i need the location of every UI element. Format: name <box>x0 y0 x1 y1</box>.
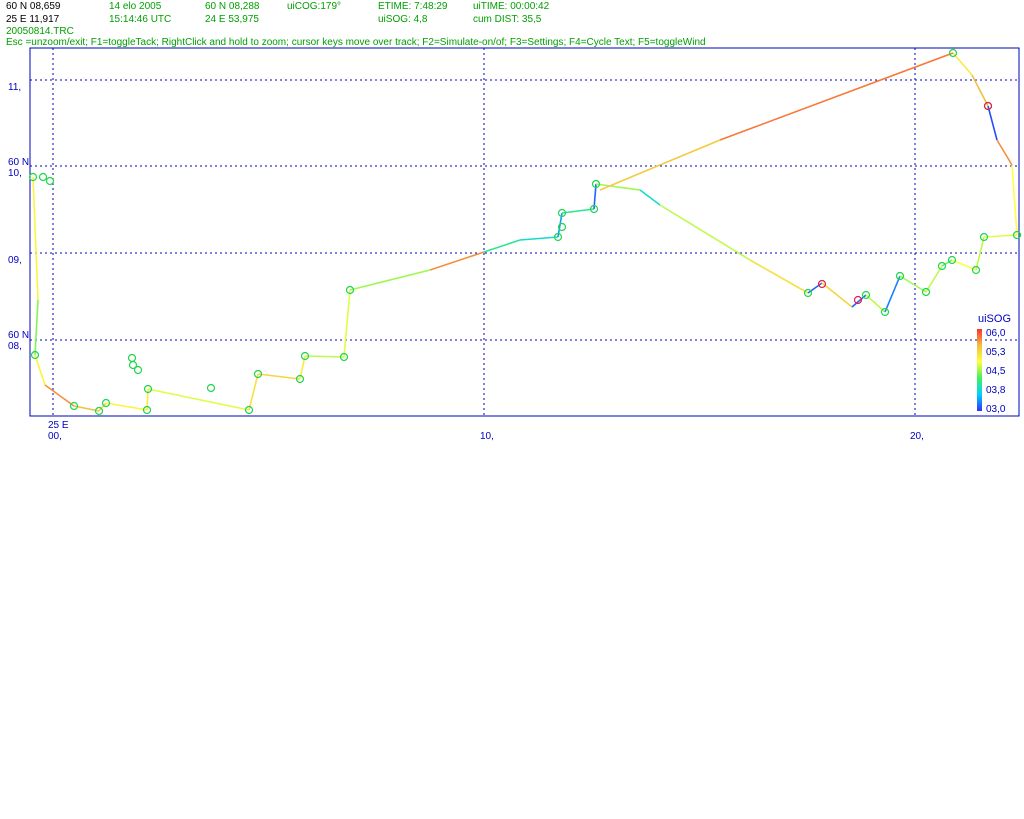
track-segment <box>749 259 809 294</box>
track-segment <box>1011 164 1018 236</box>
track-segment <box>952 52 973 76</box>
legend-tick: 03,0 <box>986 404 1006 415</box>
track-plot[interactable] <box>0 0 1024 819</box>
track-segment <box>807 282 823 294</box>
tack-marker <box>38 172 48 182</box>
track-markers <box>28 48 1022 416</box>
y-label-10: 60 N 10, <box>8 157 30 179</box>
tack-marker <box>206 383 216 393</box>
y-label-09: 09, <box>8 255 22 266</box>
y-label-08: 60 N 08, <box>8 330 30 352</box>
x-label-00: 25 E 00, <box>48 420 69 442</box>
x-label-10: 10, <box>480 431 494 442</box>
tack-marker <box>127 353 137 363</box>
track-segment <box>599 139 721 191</box>
plot-frame <box>29 47 1020 417</box>
tack-marker <box>128 360 138 370</box>
tack-marker <box>45 176 55 186</box>
track-segment <box>996 139 1013 166</box>
track-segment <box>983 234 1018 238</box>
track-segment <box>925 265 943 293</box>
grid <box>30 48 1019 416</box>
track <box>32 52 1018 412</box>
track-segment <box>349 269 431 291</box>
track-segment <box>884 275 901 313</box>
track-segment <box>519 236 559 241</box>
track-segment <box>483 239 521 253</box>
x-label-20: 20, <box>910 431 924 442</box>
track-segment <box>248 373 259 411</box>
track-segment <box>257 373 301 380</box>
track-segment <box>659 204 751 261</box>
track-segment <box>44 384 75 407</box>
y-label-11: 11, <box>8 82 22 93</box>
track-segment <box>639 189 661 206</box>
track-segment <box>719 52 954 141</box>
track-segment <box>147 388 250 411</box>
track-segment <box>304 355 345 358</box>
sog-color-bar <box>977 329 982 411</box>
track-segment <box>34 354 46 386</box>
legend-tick: 03,8 <box>986 385 1006 396</box>
track-segment <box>975 236 985 271</box>
legend-tick: 04,5 <box>986 366 1006 377</box>
track-segment <box>429 251 485 271</box>
track-segment <box>821 282 853 308</box>
track-segment <box>561 208 595 214</box>
legend-title: uiSOG <box>978 313 1012 325</box>
track-segment <box>32 176 39 301</box>
track-segment <box>343 289 351 358</box>
track-segment <box>105 402 148 411</box>
legend-tick: 05,3 <box>986 347 1006 358</box>
track-segment <box>899 275 927 293</box>
track-segment <box>987 105 998 141</box>
legend-tick: 06,0 <box>986 328 1006 339</box>
track-segment <box>34 299 39 356</box>
